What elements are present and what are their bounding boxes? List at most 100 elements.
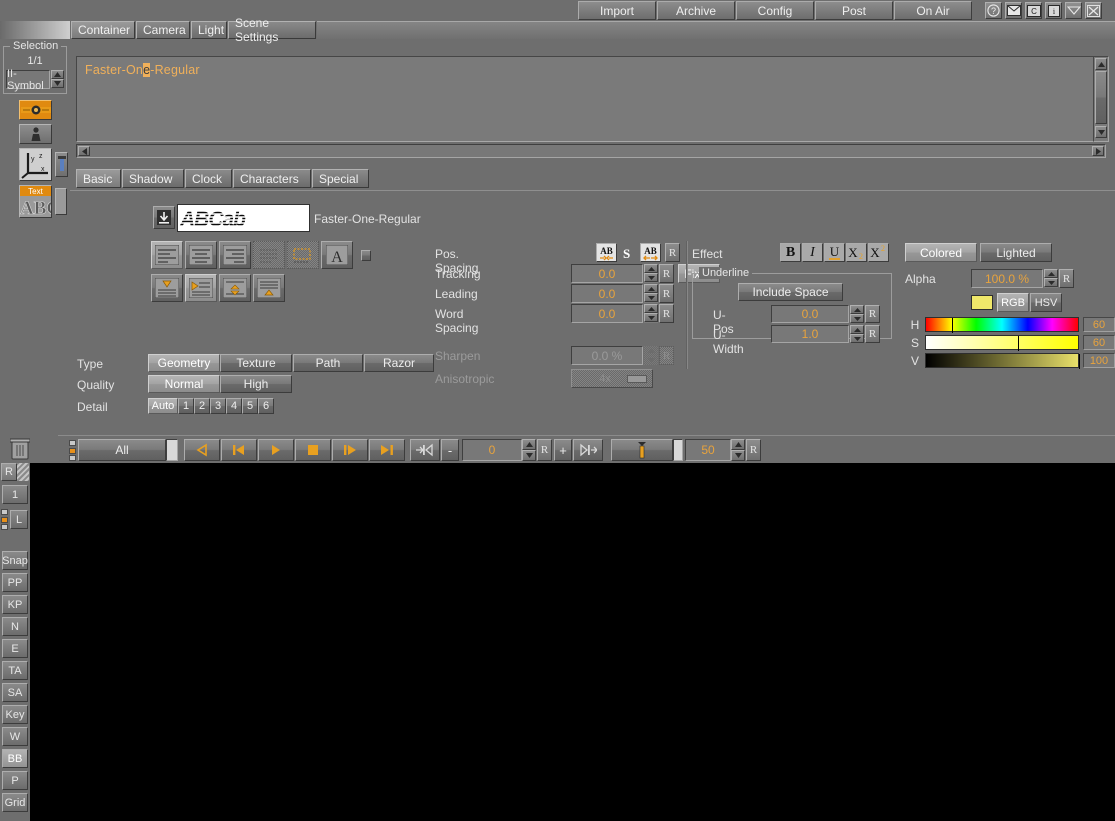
scene-viewport[interactable]: FASTER ONE REGULAR (0, 463, 1115, 821)
u-pos-reset-button[interactable]: R (865, 305, 880, 323)
hsv-button[interactable]: HSV (1030, 293, 1062, 312)
alpha-spinner[interactable] (1044, 269, 1058, 288)
frame-spinner[interactable] (522, 439, 536, 461)
hue-slider[interactable] (925, 317, 1079, 333)
detail-6-button[interactable]: 6 (258, 398, 274, 414)
set-in-point-icon[interactable] (410, 439, 440, 461)
word-spacing-value[interactable]: 0.0 (571, 304, 643, 323)
spacing-s-icon[interactable]: S (623, 246, 630, 262)
value-slider[interactable] (925, 353, 1080, 369)
tab-shadow[interactable]: Shadow (122, 169, 184, 188)
transformation-icon[interactable] (19, 100, 52, 120)
include-space-button[interactable]: Include Space (738, 283, 843, 301)
axis-center-icon[interactable]: y z x (19, 148, 52, 181)
valign-center-icon[interactable] (219, 274, 251, 302)
plus-button[interactable]: + (554, 439, 572, 461)
ta-button[interactable]: TA (2, 661, 28, 680)
detail-5-button[interactable]: 5 (242, 398, 258, 414)
align-right-icon[interactable] (219, 241, 251, 269)
e-button[interactable]: E (2, 639, 28, 658)
config-button[interactable]: Config (736, 1, 814, 20)
text-more-icon[interactable] (55, 188, 67, 215)
align-left-icon[interactable] (151, 241, 183, 269)
text-object-icon[interactable]: Text ABC (19, 185, 52, 218)
selection-name[interactable]: II-Symbol (6, 68, 50, 92)
valign-bottom-icon[interactable] (253, 274, 285, 302)
all-slider-handle[interactable] (166, 439, 178, 461)
u-width-spinner[interactable] (850, 325, 864, 343)
close-icon[interactable] (1085, 2, 1102, 19)
font-browse-button[interactable] (153, 206, 175, 229)
tab-clock[interactable]: Clock (185, 169, 232, 188)
kerning-pair-icon[interactable]: AB (596, 243, 617, 262)
kp-button[interactable]: KP (2, 595, 28, 614)
detail-2-button[interactable]: 2 (194, 398, 210, 414)
word-spacing-spinner[interactable] (644, 304, 658, 323)
tab-basic[interactable]: Basic (76, 169, 121, 188)
font-preview[interactable]: ABCab (177, 204, 310, 232)
alpha-reset-button[interactable]: R (1059, 269, 1074, 288)
quality-normal-button[interactable]: Normal (148, 375, 220, 393)
valign-top-icon[interactable] (151, 274, 183, 302)
object-icon[interactable] (19, 124, 52, 144)
info-icon[interactable]: i (1045, 2, 1062, 19)
on-air-button[interactable]: On Air (894, 1, 972, 20)
italic-button[interactable]: I (802, 243, 823, 262)
archive-button[interactable]: Archive (657, 1, 735, 20)
valign-baseline-icon[interactable] (185, 274, 217, 302)
play-button[interactable] (258, 439, 294, 461)
word-spacing-reset-button[interactable]: R (659, 304, 674, 323)
snap-button[interactable]: Snap (2, 551, 28, 570)
type-razor-button[interactable]: Razor (364, 354, 434, 372)
scale-value[interactable]: 50 (685, 439, 731, 461)
scale-slider-handle[interactable] (673, 439, 683, 461)
saturation-value[interactable]: 60 (1083, 335, 1115, 350)
pos-spacing-reset-button[interactable]: R (665, 243, 680, 262)
leading-reset-button[interactable]: R (659, 284, 674, 303)
quality-high-button[interactable]: High (220, 375, 292, 393)
u-width-value[interactable]: 1.0 (771, 325, 849, 343)
sa-button[interactable]: SA (2, 683, 28, 702)
lighted-button[interactable]: Lighted (980, 243, 1052, 262)
frame-value[interactable]: 0 (462, 439, 522, 461)
scale-slider[interactable] (611, 439, 673, 461)
leading-value[interactable]: 0.0 (571, 284, 643, 303)
u-pos-value[interactable]: 0.0 (771, 305, 849, 323)
tab-camera[interactable]: Camera (136, 21, 190, 39)
n-button[interactable]: N (2, 617, 28, 636)
tracking-spinner[interactable] (644, 264, 658, 283)
play-to-end-button[interactable] (332, 439, 368, 461)
type-geometry-button[interactable]: Geometry (148, 354, 220, 372)
color-swatch[interactable] (971, 295, 993, 310)
trash-icon[interactable] (9, 438, 31, 463)
selection-spinner[interactable] (51, 70, 64, 89)
u-pos-spinner[interactable] (850, 305, 864, 323)
all-button[interactable]: All (78, 439, 166, 461)
stop-button[interactable] (295, 439, 331, 461)
grid-button[interactable]: Grid (2, 793, 28, 812)
tab-special[interactable]: Special (312, 169, 369, 188)
align-more-icon[interactable] (361, 250, 371, 261)
mail-icon[interactable] (1005, 2, 1022, 19)
w-button[interactable]: W (2, 727, 28, 746)
rgb-button[interactable]: RGB (997, 293, 1029, 312)
font-glyph-icon[interactable]: A (321, 241, 353, 269)
text-scrollbar-thumb[interactable] (1095, 71, 1107, 124)
tab-light[interactable]: Light (191, 21, 227, 39)
console-icon[interactable]: C (1025, 2, 1042, 19)
tab-container[interactable]: Container (71, 21, 135, 39)
layer-1[interactable]: 1 (2, 485, 28, 504)
alpha-value[interactable]: 100.0 % (971, 269, 1043, 288)
hue-value[interactable]: 60 (1083, 317, 1115, 332)
go-end-button[interactable] (369, 439, 405, 461)
type-path-button[interactable]: Path (293, 354, 363, 372)
scale-spinner[interactable] (731, 439, 745, 461)
text-scrollbar-horizontal[interactable] (76, 144, 1106, 158)
kerning-both-icon[interactable]: AB (640, 243, 661, 262)
bb-button[interactable]: BB (2, 749, 28, 768)
axis-more-icon[interactable] (55, 152, 68, 177)
set-out-point-icon[interactable] (573, 439, 603, 461)
transport-drag-handle[interactable] (69, 440, 76, 461)
colored-button[interactable]: Colored (905, 243, 977, 262)
pp-button[interactable]: PP (2, 573, 28, 592)
